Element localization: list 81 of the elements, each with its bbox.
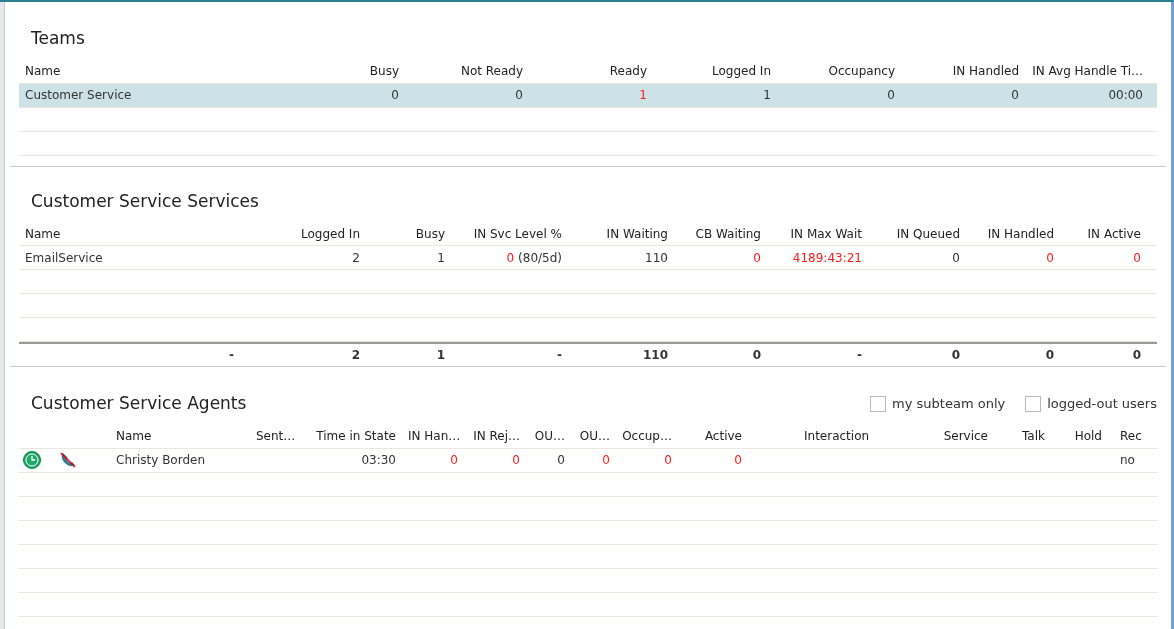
column-header[interactable]: Occup… <box>622 429 672 443</box>
column-header[interactable]: OU… <box>579 429 610 443</box>
table-cell: 0 <box>515 88 523 102</box>
column-header[interactable]: IN Active <box>1087 226 1141 241</box>
column-header[interactable]: Ready <box>609 64 647 78</box>
column-header[interactable]: Busy <box>415 226 445 241</box>
table-cell: Christy Borden <box>116 453 206 467</box>
table-cell: 0 <box>753 250 761 265</box>
table-cell: 4189:43:21 <box>792 250 862 265</box>
table-cell: Customer Service <box>25 88 132 102</box>
table-cell: 1 <box>437 250 445 265</box>
section-title: Customer Service Agents <box>30 392 247 415</box>
column-header[interactable]: IN Queued <box>896 226 960 241</box>
table-cell: 1 <box>436 348 445 362</box>
clock-icon <box>23 451 41 469</box>
table-cell: 0 <box>512 453 520 467</box>
table-cell: 0 <box>1133 250 1141 265</box>
table-cell: - <box>229 348 234 362</box>
column-header[interactable]: OU… <box>534 429 565 443</box>
column-header[interactable]: Name <box>25 64 61 78</box>
column-header[interactable]: Logged In <box>712 64 771 78</box>
column-header[interactable]: IN Waiting <box>606 226 668 241</box>
table-cell: 110 <box>645 250 668 265</box>
table-cell: 1 <box>639 88 647 102</box>
table-cell: 0 <box>887 88 895 102</box>
column-header[interactable]: Hold <box>1074 429 1102 443</box>
table-cell: 2 <box>351 348 360 362</box>
column-header[interactable]: Interaction <box>804 429 870 443</box>
table-cell: 0 <box>506 250 515 265</box>
table-cell: 0 <box>557 453 565 467</box>
column-header[interactable]: Time in State <box>316 429 396 443</box>
table-cell: 0 <box>752 348 761 362</box>
column-header[interactable]: IN Avg Handle Ti… <box>1032 64 1143 78</box>
column-header[interactable]: CB Waiting <box>695 226 761 241</box>
section-title: Teams <box>30 27 86 50</box>
column-header[interactable]: Name <box>25 226 61 241</box>
column-header[interactable]: IN Handled <box>952 64 1019 78</box>
checkbox[interactable] <box>870 395 887 412</box>
table-cell: 0 <box>1045 348 1054 362</box>
checkbox[interactable] <box>1025 395 1042 412</box>
section-title: Customer Service Services <box>30 189 260 213</box>
table-cell: 0 <box>734 453 742 467</box>
phone-crossed-icon <box>59 451 77 469</box>
column-header[interactable]: Busy <box>369 64 399 78</box>
column-header[interactable]: Occupancy <box>828 64 895 78</box>
table-cell: 0 <box>952 250 960 265</box>
column-header[interactable]: Sent… <box>256 429 296 443</box>
table-row[interactable]: Customer Service 0 0 1 1 0 0 00:00 <box>19 83 1157 108</box>
table-cell: 0 <box>602 453 610 467</box>
table-cell: 0 <box>450 453 458 467</box>
column-header[interactable]: IN Handled <box>987 226 1054 241</box>
checkbox-label[interactable]: logged-out users <box>1047 394 1157 414</box>
table-cell: 0 <box>664 453 672 467</box>
table-cell: 03:30 <box>361 453 396 467</box>
column-header[interactable]: Name <box>116 429 152 443</box>
table-cell: 2 <box>352 250 360 265</box>
table-cell: no <box>1120 453 1135 467</box>
column-header[interactable]: Rec <box>1120 429 1142 443</box>
table-cell: 0 <box>1046 250 1054 265</box>
table-cell: 0 <box>1132 348 1141 362</box>
column-header[interactable]: IN Han… <box>408 429 461 443</box>
table-cell: 1 <box>763 88 771 102</box>
column-header[interactable]: IN Svc Level % <box>473 226 562 241</box>
table-cell: (80/5d) <box>518 250 562 265</box>
table-cell: 00:00 <box>1108 88 1143 102</box>
column-header[interactable]: IN Rej… <box>473 429 520 443</box>
table-row[interactable]: EmailService 2 1 0 (80/5d) 110 0 4189:43:21 0 0 0 <box>19 246 1157 270</box>
column-header[interactable]: IN Max Wait <box>790 226 862 241</box>
table-cell: 110 <box>642 348 668 362</box>
table-cell: EmailService <box>25 250 103 265</box>
column-header[interactable]: Active <box>704 429 742 443</box>
table-cell: - <box>557 348 562 362</box>
column-header[interactable]: Not Ready <box>460 64 523 78</box>
table-cell: 0 <box>951 348 960 362</box>
checkbox-label[interactable]: my subteam only <box>892 394 1006 414</box>
column-header[interactable]: Talk <box>1022 429 1045 443</box>
table-cell: 0 <box>1011 88 1019 102</box>
table-cell: - <box>857 348 862 362</box>
table-cell: 0 <box>391 88 399 102</box>
column-header[interactable]: Service <box>943 429 988 443</box>
column-header[interactable]: Logged In <box>301 226 360 241</box>
